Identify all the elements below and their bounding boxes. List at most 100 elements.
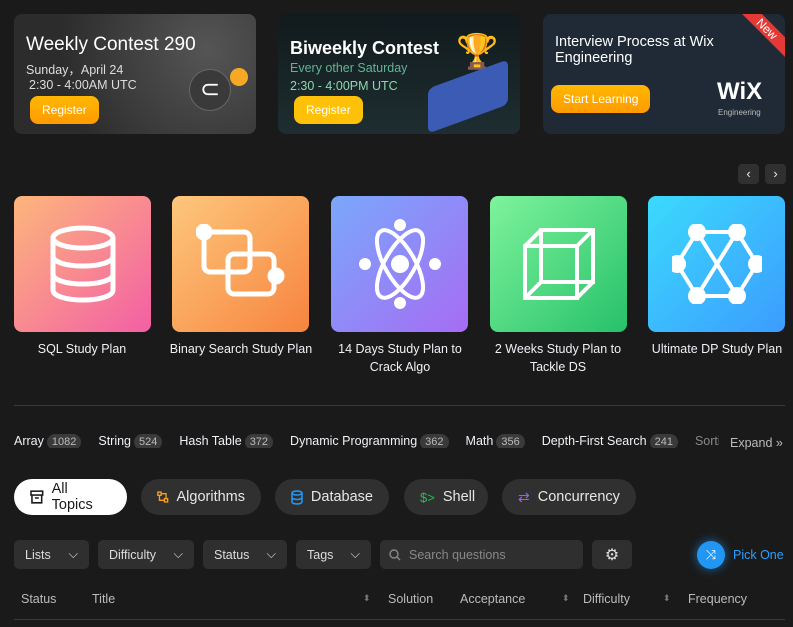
wix-logo-sub: Engineering — [718, 108, 761, 117]
biweekly-contest-banner[interactable]: Biweekly Contest Every other Saturday 2:… — [278, 14, 520, 134]
study-plan-label[interactable]: Ultimate DP Study Plan — [637, 340, 793, 358]
concurrency-icon: ⇄ — [518, 488, 530, 505]
lists-dropdown[interactable]: Lists ⌵ — [14, 540, 89, 569]
tag-list: Array 1082 String 524 Hash Table 372 Dynami… — [14, 434, 719, 448]
chevron-down-icon: ⌵ — [68, 547, 78, 561]
gear-icon: ⚙ — [604, 546, 620, 564]
chevron-down-icon: ⌵ — [266, 547, 276, 561]
tag-dynamic-programming[interactable]: Dynamic Programming 362 — [290, 434, 449, 448]
study-plan-14-days[interactable] — [331, 196, 468, 332]
banner-time: 2:30 - 4:00PM UTC — [290, 79, 398, 93]
graph-icon — [671, 224, 762, 304]
header-solution: Solution — [388, 592, 434, 606]
search-icon — [389, 548, 401, 560]
expand-tags-button[interactable]: Expand » — [722, 436, 783, 450]
new-badge-label: New — [753, 15, 781, 43]
topic-label: Concurrency — [537, 489, 620, 505]
dropdown-label: Lists — [25, 547, 51, 562]
study-plan-sql[interactable] — [14, 196, 151, 332]
header-title[interactable]: Title — [92, 592, 115, 606]
search-input[interactable]: Search questions — [380, 540, 583, 569]
study-plan-binary-search[interactable] — [172, 196, 309, 332]
register-button[interactable]: Register — [294, 96, 363, 124]
wix-logo: WiX — [717, 78, 763, 105]
new-badge: New — [733, 14, 785, 63]
header-acceptance[interactable]: Acceptance — [460, 592, 525, 606]
tag-name: Math — [465, 434, 494, 448]
dropdown-label: Status — [214, 547, 250, 562]
difficulty-dropdown[interactable]: Difficulty ⌵ — [98, 540, 194, 569]
database-icon — [50, 225, 115, 303]
topic-database[interactable]: Database — [275, 479, 389, 515]
tag-count: 1082 — [46, 434, 82, 448]
algorithm-icon — [157, 491, 169, 503]
header-difficulty[interactable]: Difficulty — [583, 592, 630, 606]
tag-string[interactable]: String 524 — [98, 434, 163, 448]
tags-dropdown[interactable]: Tags ⌵ — [296, 540, 371, 569]
leetcode-logo-icon: ⊂ — [189, 69, 231, 111]
tag-count: 524 — [134, 434, 163, 448]
tag-name: Dynamic Programming — [290, 434, 418, 448]
dropdown-label: Tags — [307, 547, 334, 562]
tag-name: Sorting — [694, 434, 719, 448]
tag-hash-table[interactable]: Hash Table 372 — [179, 434, 274, 448]
banner-title: Biweekly Contest — [290, 38, 440, 58]
pick-one-label: Pick One — [733, 548, 784, 562]
tag-count: 372 — [244, 434, 274, 448]
topic-label: Shell — [442, 489, 476, 505]
start-learning-button[interactable]: Start Learning — [551, 85, 651, 113]
tag-name: Hash Table — [179, 434, 242, 448]
register-button[interactable]: Register — [30, 96, 99, 124]
archive-icon — [30, 490, 44, 504]
study-plan-label[interactable]: 2 Weeks Study Plan to Tackle DS — [488, 340, 628, 376]
settings-button[interactable]: ⚙ — [592, 540, 632, 569]
search-placeholder: Search questions — [409, 547, 506, 562]
shuffle-icon: ⤨ — [697, 541, 725, 569]
overlap-squares-icon — [195, 224, 284, 297]
banner-title: Interview Process at Wix Engineering — [555, 34, 714, 66]
table-header-divider — [14, 619, 785, 620]
weekly-contest-banner[interactable]: Weekly Contest 290 Sunday，April 24 2:30 … — [14, 14, 256, 134]
topic-label: All Topics — [51, 481, 93, 513]
divider — [14, 405, 785, 406]
tag-array[interactable]: Array 1082 — [14, 434, 82, 448]
banner-schedule: Every other Saturday — [290, 61, 408, 75]
topic-algorithms[interactable]: Algorithms — [141, 479, 261, 515]
study-plan-label[interactable]: Binary Search Study Plan — [161, 340, 321, 358]
wix-banner[interactable]: Interview Process at Wix Engineering WiX… — [543, 14, 785, 134]
tag-math[interactable]: Math 356 — [466, 434, 525, 448]
study-plan-label[interactable]: 14 Days Study Plan to Crack Algo — [330, 340, 470, 376]
header-frequency[interactable]: Frequency — [688, 592, 747, 606]
tag-name: String — [98, 434, 132, 448]
study-plan-2-weeks[interactable] — [490, 196, 627, 332]
tag-count: 362 — [420, 434, 449, 448]
carousel-prev-button[interactable]: ‹ — [738, 164, 759, 184]
status-dropdown[interactable]: Status ⌵ — [203, 540, 287, 569]
topic-all-topics[interactable]: All Topics — [14, 479, 127, 515]
carousel-next-button[interactable]: › — [765, 164, 786, 184]
study-plan-label[interactable]: SQL Study Plan — [2, 340, 162, 358]
tag-name: Depth-First Search — [541, 434, 647, 448]
pick-one-button[interactable]: ⤨ Pick One — [697, 541, 784, 569]
sort-icon[interactable]: ⬍ — [562, 593, 570, 604]
tag-count: 241 — [649, 434, 678, 448]
header-status: Status — [21, 592, 57, 606]
orange-orb-icon — [230, 68, 248, 86]
chevron-double-down-icon: » — [775, 436, 783, 450]
banner-title: Weekly Contest 290 — [26, 34, 196, 55]
tag-name: Array — [14, 434, 44, 448]
topic-shell[interactable]: $> Shell — [404, 479, 488, 515]
tag-sorting[interactable]: Sorting — [695, 434, 719, 448]
chevron-down-icon: ⌵ — [350, 547, 360, 561]
shell-icon: $> — [420, 489, 435, 505]
sort-icon[interactable]: ⬍ — [363, 593, 371, 604]
tag-depth-first-search[interactable]: Depth-First Search 241 — [542, 434, 678, 448]
expand-label: Expand — [730, 436, 773, 450]
sort-icon[interactable]: ⬍ — [663, 593, 671, 604]
study-plan-ultimate-dp[interactable] — [648, 196, 785, 332]
chevron-down-icon: ⌵ — [173, 547, 183, 561]
atom-icon — [358, 219, 441, 309]
tag-count: 356 — [496, 434, 525, 448]
cube-icon — [522, 228, 595, 300]
topic-concurrency[interactable]: ⇄ Concurrency — [502, 479, 636, 515]
